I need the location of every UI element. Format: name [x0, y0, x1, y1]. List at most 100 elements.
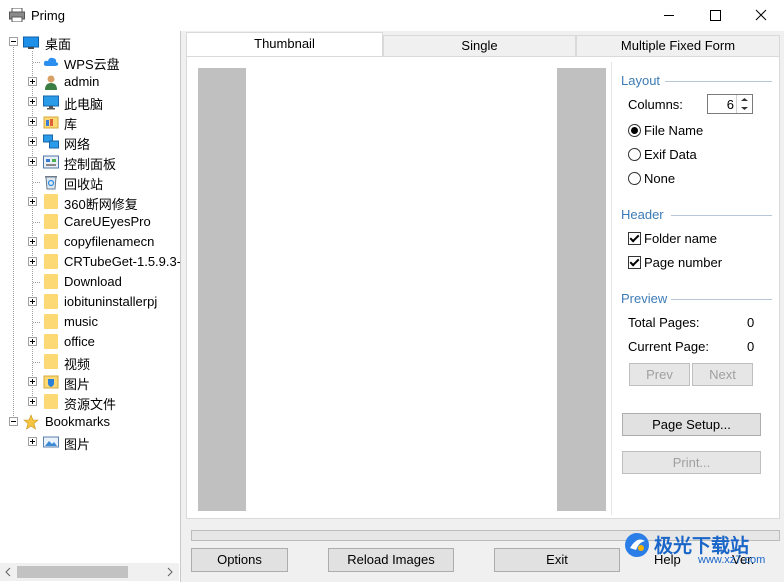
- tree-item-label: music: [64, 314, 98, 329]
- scroll-right-icon[interactable]: [164, 563, 176, 581]
- tree-item-folder[interactable]: iobituninstallerpj: [0, 292, 180, 312]
- current-page-label: Current Page:: [628, 339, 709, 354]
- exif-data-radio[interactable]: [628, 148, 641, 161]
- tree-item-recycle-bin[interactable]: 回收站: [0, 172, 180, 192]
- library-icon: [43, 116, 59, 129]
- picture-bookmark-icon: [43, 436, 59, 448]
- collapse-icon[interactable]: [9, 417, 18, 426]
- maximize-button[interactable]: [692, 0, 738, 31]
- tree-item-label: 桌面: [45, 37, 72, 52]
- spin-down-icon[interactable]: [737, 104, 752, 113]
- tree-item-folder[interactable]: music: [0, 312, 180, 332]
- tree-item-folder[interactable]: 资源文件: [0, 392, 180, 412]
- folder-name-checkbox[interactable]: [628, 232, 641, 245]
- tree-item-label: 图片: [64, 377, 91, 392]
- pictures-icon: [43, 375, 59, 389]
- total-pages-label: Total Pages:: [628, 315, 700, 330]
- title-bar: Primg: [0, 0, 784, 31]
- tree-item-folder[interactable]: office: [0, 332, 180, 352]
- folder-name-label: Folder name: [644, 231, 717, 246]
- tree-item-folder[interactable]: CRTubeGet-1.5.9.3-: [0, 252, 180, 272]
- folder-icon: [44, 294, 58, 309]
- expand-icon[interactable]: [28, 337, 37, 346]
- expand-icon[interactable]: [28, 197, 37, 206]
- close-button[interactable]: [738, 0, 784, 31]
- scrollbar-thumb[interactable]: [17, 566, 128, 578]
- tree-bookmarks[interactable]: Bookmarks: [0, 412, 180, 432]
- tree-item-control-panel[interactable]: 控制面板: [0, 152, 180, 172]
- app-window: Primg 桌面 WPS云盘 admin 此电脑 库 网络 控制面板 回收站 3…: [0, 0, 784, 582]
- page-number-checkbox[interactable]: [628, 256, 641, 269]
- folder-tree[interactable]: 桌面 WPS云盘 admin 此电脑 库 网络 控制面板 回收站 360断网修复…: [0, 31, 181, 582]
- tree-item-folder[interactable]: 视频: [0, 352, 180, 372]
- folder-icon: [44, 334, 58, 349]
- tree-item-folder[interactable]: CareUEyesPro: [0, 212, 180, 232]
- expand-icon[interactable]: [28, 377, 37, 386]
- tree-horizontal-scrollbar[interactable]: [0, 563, 179, 581]
- tree-item-label: CRTubeGet-1.5.9.3-: [64, 254, 181, 269]
- tree-item-label: copyfilenamecn: [64, 234, 155, 249]
- expand-icon[interactable]: [28, 77, 37, 86]
- header-group-title: Header: [621, 207, 664, 222]
- tree-item-folder[interactable]: 360断网修复: [0, 192, 180, 212]
- tree-item-label: admin: [64, 74, 100, 89]
- expand-icon[interactable]: [28, 157, 37, 166]
- tree-item-pictures[interactable]: 图片: [0, 372, 180, 392]
- scroll-left-icon[interactable]: [3, 563, 15, 581]
- columns-value: 6: [726, 97, 734, 112]
- spin-up-icon[interactable]: [737, 95, 752, 104]
- prev-button[interactable]: Prev: [629, 363, 690, 386]
- watermark-logo-icon: [625, 533, 649, 557]
- exit-button[interactable]: Exit: [494, 548, 620, 572]
- collapse-icon[interactable]: [9, 37, 18, 46]
- tree-item-label: CareUEyesPro: [64, 214, 151, 229]
- minimize-button[interactable]: [646, 0, 692, 31]
- computer-icon: [43, 95, 59, 110]
- reload-images-button[interactable]: Reload Images: [328, 548, 454, 572]
- page-setup-button[interactable]: Page Setup...: [622, 413, 761, 436]
- expand-icon[interactable]: [28, 397, 37, 406]
- none-label: None: [644, 171, 676, 186]
- folder-icon: [44, 394, 58, 409]
- tab-multiple-fixed-form[interactable]: Multiple Fixed Form: [576, 35, 780, 56]
- tree-item-network[interactable]: 网络: [0, 132, 180, 152]
- expand-icon[interactable]: [28, 137, 37, 146]
- expand-icon[interactable]: [28, 297, 37, 306]
- file-name-radio[interactable]: [628, 124, 641, 137]
- options-button[interactable]: Options: [191, 548, 288, 572]
- tree-item-label: office: [64, 334, 95, 349]
- tab-thumbnail[interactable]: Thumbnail: [186, 32, 383, 57]
- cloud-icon: [43, 57, 59, 66]
- tree-item-library[interactable]: 库: [0, 112, 180, 132]
- view-tabs: Thumbnail Single Multiple Fixed Form: [186, 32, 780, 57]
- tree-root-desktop[interactable]: 桌面: [0, 32, 180, 52]
- watermark-url: www.xz7.com: [698, 554, 766, 566]
- folder-icon: [44, 234, 58, 249]
- next-button[interactable]: Next: [692, 363, 753, 386]
- expand-icon[interactable]: [28, 117, 37, 126]
- print-button[interactable]: Print...: [622, 451, 761, 474]
- tree-item-wps-cloud[interactable]: WPS云盘: [0, 52, 180, 72]
- expand-icon[interactable]: [28, 97, 37, 106]
- columns-spinner[interactable]: 6: [707, 94, 753, 114]
- tree-item-label: 360断网修复: [64, 197, 138, 212]
- preview-page: [246, 68, 557, 511]
- expand-icon[interactable]: [28, 257, 37, 266]
- folder-icon: [44, 194, 58, 209]
- none-radio[interactable]: [628, 172, 641, 185]
- tab-single[interactable]: Single: [383, 35, 576, 56]
- tree-item-this-pc[interactable]: 此电脑: [0, 92, 180, 112]
- user-icon: [45, 75, 57, 90]
- maximize-icon: [710, 10, 721, 21]
- expand-icon[interactable]: [28, 237, 37, 246]
- tree-item-folder[interactable]: Download: [0, 272, 180, 292]
- folder-icon: [44, 214, 58, 229]
- tree-item-label: WPS云盘: [64, 57, 120, 72]
- tree-item-admin[interactable]: admin: [0, 72, 180, 92]
- tree-item-label: 库: [64, 117, 78, 132]
- tree-bookmark-pictures[interactable]: 图片: [0, 432, 180, 452]
- tree-item-folder[interactable]: copyfilenamecn: [0, 232, 180, 252]
- tree-item-label: Bookmarks: [45, 414, 111, 429]
- expand-icon[interactable]: [28, 437, 37, 446]
- printer-icon: [9, 8, 25, 22]
